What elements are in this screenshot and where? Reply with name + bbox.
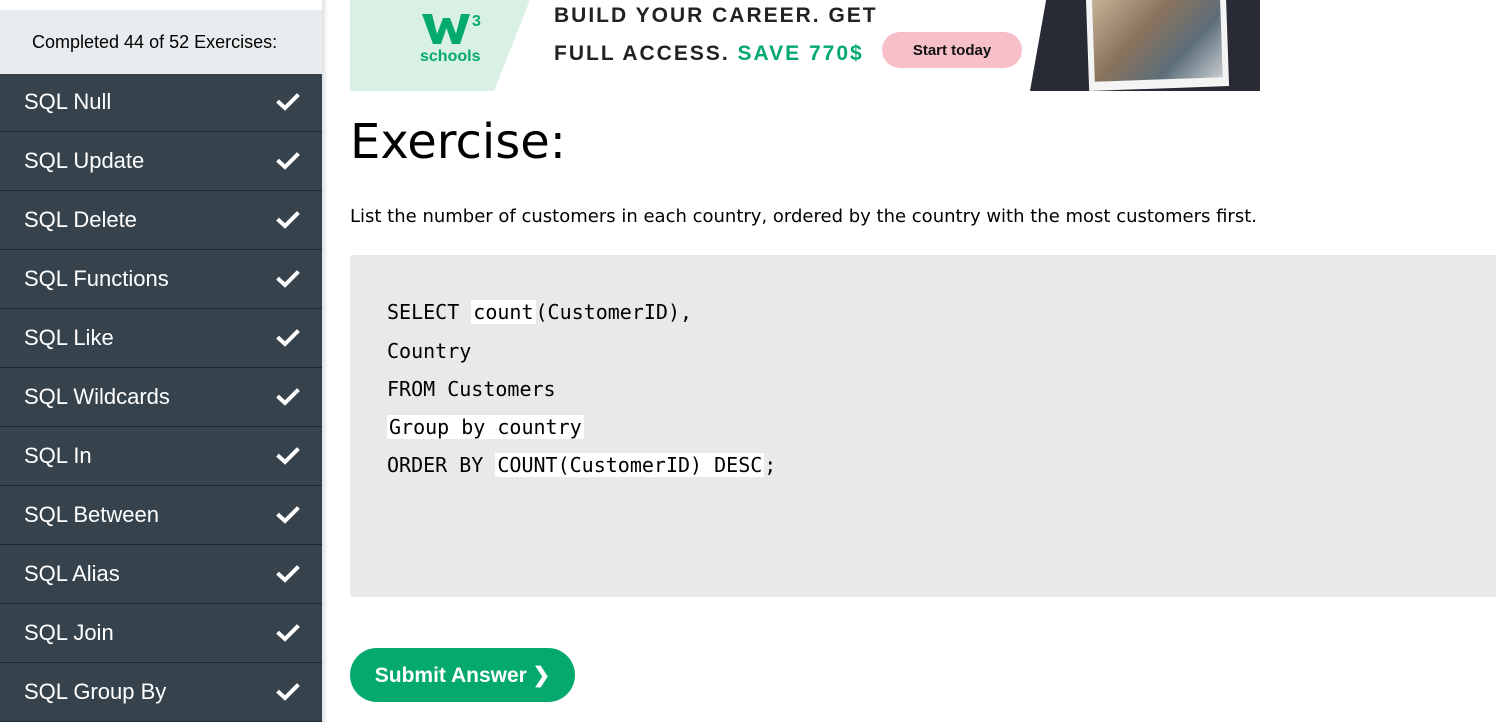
- check-icon: [276, 624, 300, 642]
- check-icon: [276, 152, 300, 170]
- check-icon: [276, 388, 300, 406]
- check-icon: [276, 506, 300, 524]
- start-today-button[interactable]: Start today: [882, 32, 1022, 68]
- check-icon: [276, 329, 300, 347]
- answer-input-2[interactable]: Group by country: [387, 415, 584, 439]
- sidebar-item-label: SQL Wildcards: [24, 384, 170, 409]
- code-line-2: Country: [387, 339, 472, 363]
- code-line-1: SELECT count (CustomerID),: [387, 297, 692, 327]
- answer-input-3[interactable]: COUNT(CustomerID) DESC: [495, 453, 765, 477]
- sidebar-item[interactable]: SQL Wildcards: [0, 368, 322, 427]
- check-icon: [276, 93, 300, 111]
- sidebar-item-label: SQL Delete: [24, 207, 137, 232]
- logo-text: schools: [420, 48, 481, 65]
- sidebar-item[interactable]: SQL Join: [0, 604, 322, 663]
- sidebar-item-label: SQL Like: [24, 325, 114, 350]
- check-icon: [276, 270, 300, 288]
- sidebar-item[interactable]: SQL Between: [0, 486, 322, 545]
- code-text: ORDER BY: [387, 453, 496, 477]
- exercise-instruction: List the number of customers in each cou…: [350, 206, 1257, 227]
- w3-logo-icon: 3: [422, 13, 481, 44]
- check-icon: [276, 683, 300, 701]
- progress-text: Completed 44 of 52 Exercises:: [0, 10, 322, 74]
- sidebar-item[interactable]: SQL Functions: [0, 250, 322, 309]
- sidebar-item[interactable]: SQL Delete: [0, 191, 322, 250]
- sidebar: SQL InsertSQL NullSQL UpdateSQL DeleteSQ…: [0, 0, 322, 722]
- banner-subline: FULL ACCESS. SAVE 770$: [554, 42, 864, 66]
- banner-photo: [1086, 0, 1230, 91]
- check-icon: [276, 211, 300, 229]
- submit-answer-button[interactable]: Submit Answer ❯: [350, 648, 575, 702]
- code-text: (CustomerID),: [535, 300, 693, 324]
- code-line-4: Group by country: [387, 412, 584, 442]
- sidebar-item-label: SQL Update: [24, 148, 145, 173]
- sidebar-item[interactable]: SQL Update: [0, 132, 322, 191]
- svg-text:3: 3: [472, 13, 481, 30]
- code-text: SELECT: [387, 300, 472, 324]
- code-line-5: ORDER BY COUNT(CustomerID) DESC;: [387, 450, 776, 480]
- sidebar-item-label: SQL In: [24, 443, 92, 468]
- sidebar-item-label: SQL Between: [24, 502, 159, 527]
- code-editor: SELECT count (CustomerID), Country FROM C…: [350, 255, 1496, 597]
- sidebar-top-gap: [0, 0, 322, 10]
- sidebar-item[interactable]: SQL Group By: [0, 663, 322, 722]
- exercise-list: SQL InsertSQL NullSQL UpdateSQL DeleteSQ…: [0, 14, 322, 722]
- check-icon: [276, 447, 300, 465]
- photo-image: [1091, 0, 1223, 82]
- banner-save-text: SAVE 770$: [737, 42, 864, 65]
- check-icon: [276, 565, 300, 583]
- sidebar-item-label: SQL Alias: [24, 561, 120, 586]
- answer-input-1[interactable]: count: [471, 300, 536, 324]
- banner-subline-text: FULL ACCESS.: [554, 42, 738, 65]
- page-title: Exercise:: [350, 114, 566, 170]
- code-text: ;: [764, 453, 777, 477]
- sidebar-item-label: SQL Join: [24, 620, 114, 645]
- code-line-3: FROM Customers: [387, 377, 556, 401]
- sidebar-item[interactable]: SQL In: [0, 427, 322, 486]
- sidebar-item-label: SQL Functions: [24, 266, 169, 291]
- sidebar-item-label: SQL Null: [24, 89, 112, 114]
- ad-banner[interactable]: 3 schools BUILD YOUR CAREER. GET FULL AC…: [350, 0, 1260, 91]
- sidebar-item[interactable]: SQL Null: [0, 73, 322, 132]
- sidebar-shadow: [322, 0, 328, 722]
- sidebar-item[interactable]: SQL Like: [0, 309, 322, 368]
- banner-headline: BUILD YOUR CAREER. GET: [554, 4, 878, 27]
- sidebar-item-label: SQL Group By: [24, 679, 167, 704]
- sidebar-item[interactable]: SQL Alias: [0, 545, 322, 604]
